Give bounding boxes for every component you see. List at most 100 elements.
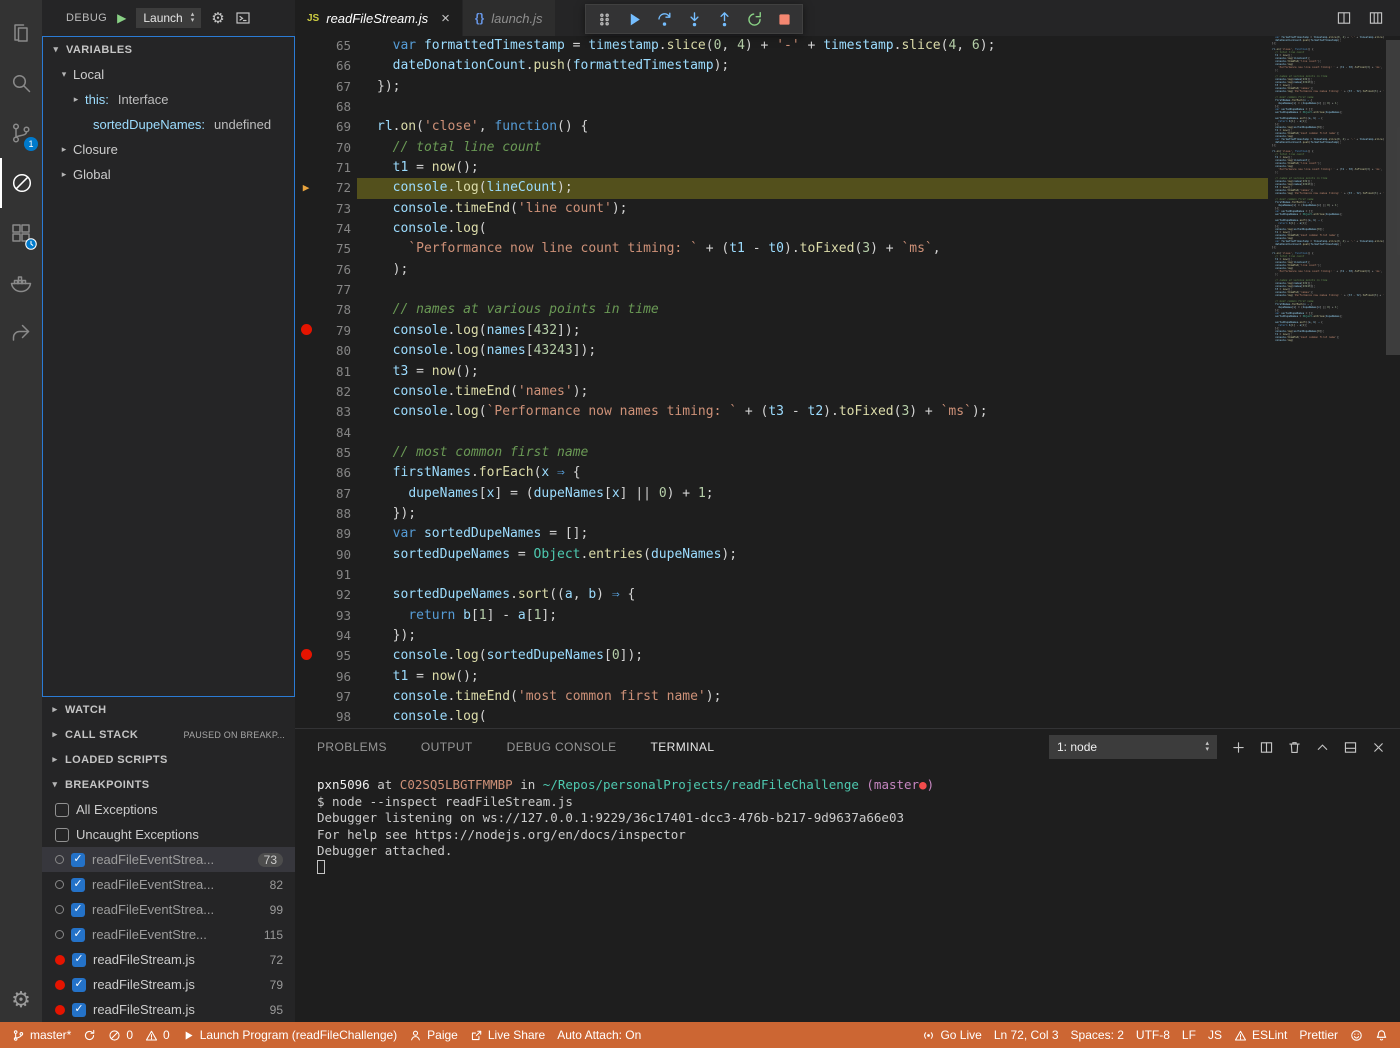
code-line-98[interactable]: 98 console.log(	[295, 707, 1268, 727]
extensions-icon[interactable]	[0, 208, 42, 258]
breakpoint-gutter[interactable]	[295, 463, 317, 483]
breakpoint-gutter[interactable]	[295, 585, 317, 605]
minimap[interactable]: var formattedTimestamp = timestamp.slice…	[1272, 36, 1384, 371]
source-control-icon[interactable]: 1	[0, 108, 42, 158]
breakpoint-gutter[interactable]	[295, 667, 317, 687]
variables-scope-global[interactable]: ▸ Global	[43, 162, 294, 187]
code-line-80[interactable]: 80 console.log(names[43243]);	[295, 341, 1268, 361]
status-notifications[interactable]	[1369, 1022, 1394, 1048]
section-loaded-scripts[interactable]: ▸ LOADED SCRIPTS	[42, 747, 295, 772]
breakpoint-gutter[interactable]	[295, 117, 317, 137]
variables-scope-local[interactable]: ▾ Local	[43, 62, 294, 87]
docker-icon[interactable]	[0, 258, 42, 308]
step-over-button[interactable]	[649, 5, 679, 33]
restart-button[interactable]	[739, 5, 769, 33]
status-feedback[interactable]	[1344, 1022, 1369, 1048]
code-line-71[interactable]: 71 t1 = now();	[295, 158, 1268, 178]
breakpoints-section-header[interactable]: ▾ BREAKPOINTS	[42, 772, 295, 797]
code-line-95[interactable]: 95 console.log(sortedDupeNames[0]);	[295, 646, 1268, 666]
feedback-icon[interactable]	[0, 308, 42, 358]
code-line-78[interactable]: 78 // names at various points in time	[295, 300, 1268, 320]
settings-gear-icon[interactable]: ⚙	[0, 978, 42, 1022]
status-auto-attach[interactable]: Auto Attach: On	[551, 1022, 647, 1048]
checkbox-checked[interactable]: ✓	[72, 977, 86, 992]
status-prettier[interactable]: Prettier	[1293, 1022, 1344, 1048]
breakpoint-readfileeventstre-115[interactable]: ✓ readFileEventStre... 115	[42, 922, 295, 947]
search-icon[interactable]	[0, 58, 42, 108]
breakpoint-gutter[interactable]	[295, 707, 317, 727]
breakpoint-gutter[interactable]	[295, 626, 317, 646]
code-line-79[interactable]: 79 console.log(names[432]);	[295, 321, 1268, 341]
breakpoint-gutter[interactable]	[295, 484, 317, 504]
maximize-panel-icon[interactable]	[1315, 740, 1330, 755]
panel-layout-icon[interactable]	[1343, 740, 1358, 755]
checkbox-checked[interactable]: ✓	[71, 852, 85, 867]
close-panel-icon[interactable]	[1371, 740, 1386, 755]
panel-tab-problems[interactable]: PROBLEMS	[317, 740, 387, 754]
split-terminal-icon[interactable]	[1259, 740, 1274, 755]
code-line-68[interactable]: 68	[295, 97, 1268, 117]
code-line-96[interactable]: 96 t1 = now();	[295, 667, 1268, 687]
breakpoint-gutter[interactable]	[295, 545, 317, 565]
breakpoint-gutter[interactable]	[295, 219, 317, 239]
breakpoint-gutter[interactable]	[295, 687, 317, 707]
editor-scrollbar[interactable]	[1386, 36, 1400, 728]
debug-icon[interactable]	[0, 158, 42, 208]
status-eol[interactable]: LF	[1176, 1022, 1202, 1048]
toolbar-drag-handle[interactable]	[589, 5, 619, 33]
breakpoint-marker[interactable]	[295, 321, 317, 341]
code-line-81[interactable]: 81 t3 = now();	[295, 362, 1268, 382]
code-line-97[interactable]: 97 console.timeEnd('most common first na…	[295, 687, 1268, 707]
debug-config-select[interactable]: Launch ▴ ▾	[136, 8, 202, 28]
code-line-74[interactable]: 74 console.log(	[295, 219, 1268, 239]
breakpoint-gutter[interactable]	[295, 362, 317, 382]
continue-button[interactable]	[619, 5, 649, 33]
start-debugging-button[interactable]: ▶	[117, 11, 126, 25]
breakpoint-gutter[interactable]	[295, 341, 317, 361]
breakpoint-all-exceptions[interactable]: All Exceptions	[42, 797, 295, 822]
status-account[interactable]: Paige	[403, 1022, 464, 1048]
explorer-icon[interactable]	[0, 8, 42, 58]
editor-layout-icon[interactable]	[1368, 10, 1384, 26]
breakpoint-gutter[interactable]	[295, 239, 317, 259]
checkbox-unchecked[interactable]	[55, 802, 69, 817]
debug-settings-gear-icon[interactable]: ⚙	[211, 9, 224, 27]
code-line-93[interactable]: 93 return b[1] - a[1];	[295, 606, 1268, 626]
step-out-button[interactable]	[709, 5, 739, 33]
variables-section-header[interactable]: ▾ VARIABLES	[43, 37, 294, 62]
checkbox-checked[interactable]: ✓	[71, 877, 85, 892]
breakpoint-gutter[interactable]	[295, 443, 317, 463]
breakpoint-gutter[interactable]	[295, 158, 317, 178]
code-line-72[interactable]: ▶ 72 console.log(lineCount);	[295, 178, 1268, 199]
breakpoint-gutter[interactable]	[295, 77, 317, 97]
breakpoint-marker[interactable]	[295, 646, 317, 666]
split-editor-icon[interactable]	[1336, 10, 1352, 26]
section-call-stack[interactable]: ▸ CALL STACK PAUSED ON BREAKP...	[42, 722, 295, 747]
status-launch-program[interactable]: Launch Program (readFileChallenge)	[176, 1022, 403, 1048]
status-indentation[interactable]: Spaces: 2	[1065, 1022, 1130, 1048]
checkbox-checked[interactable]: ✓	[71, 927, 85, 942]
breakpoint-readfileeventstrea-99[interactable]: ✓ readFileEventStrea... 99	[42, 897, 295, 922]
status-git-branch[interactable]: master*	[6, 1022, 77, 1048]
tab-readfilestream-js[interactable]: JS readFileStream.js ×	[295, 0, 463, 36]
terminal-output[interactable]: pxn5096 at C02SQ5LBGTFMMBP in ~/Repos/pe…	[295, 765, 1400, 876]
breakpoint-gutter[interactable]	[295, 97, 317, 117]
code-line-70[interactable]: 70 // total line count	[295, 138, 1268, 158]
breakpoint-readfilestream-js-79[interactable]: ✓ readFileStream.js 79	[42, 972, 295, 997]
step-into-button[interactable]	[679, 5, 709, 33]
code-line-89[interactable]: 89 var sortedDupeNames = [];	[295, 524, 1268, 544]
breakpoint-readfileeventstrea-73[interactable]: ✓ readFileEventStrea... 73	[42, 847, 295, 872]
variable-sorteddupenames[interactable]: sortedDupeNames: undefined	[43, 112, 294, 137]
status-cursor-position[interactable]: Ln 72, Col 3	[988, 1022, 1065, 1048]
new-terminal-icon[interactable]	[1231, 740, 1246, 755]
breakpoint-gutter[interactable]	[295, 524, 317, 544]
breakpoint-gutter[interactable]	[295, 36, 317, 56]
panel-tab-terminal[interactable]: TERMINAL	[651, 740, 715, 754]
section-watch[interactable]: ▸ WATCH	[42, 697, 295, 722]
code-line-65[interactable]: 65 var formattedTimestamp = timestamp.sl…	[295, 36, 1268, 56]
breakpoint-gutter[interactable]	[295, 504, 317, 524]
code-line-69[interactable]: 69 rl.on('close', function() {	[295, 117, 1268, 137]
breakpoint-gutter[interactable]	[295, 300, 317, 320]
code-line-76[interactable]: 76 );	[295, 260, 1268, 280]
breakpoint-gutter[interactable]	[295, 280, 317, 300]
